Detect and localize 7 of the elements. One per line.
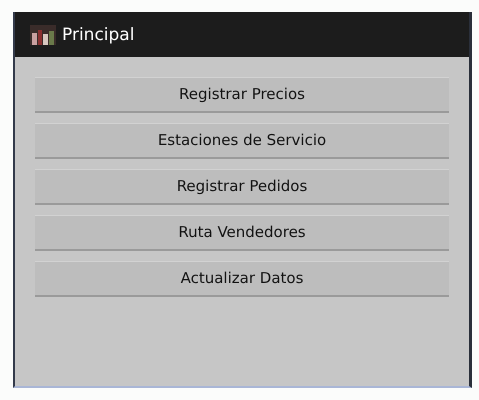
app-icon — [30, 24, 56, 44]
menu-button[interactable]: Actualizar Datos — [35, 261, 449, 297]
menu-button[interactable]: Registrar Pedidos — [35, 169, 449, 205]
menu-button[interactable]: Registrar Precios — [35, 77, 449, 113]
menu-button[interactable]: Estaciones de Servicio — [35, 123, 449, 159]
menu-button[interactable]: Ruta Vendedores — [35, 215, 449, 251]
window-title: Principal — [62, 24, 134, 44]
